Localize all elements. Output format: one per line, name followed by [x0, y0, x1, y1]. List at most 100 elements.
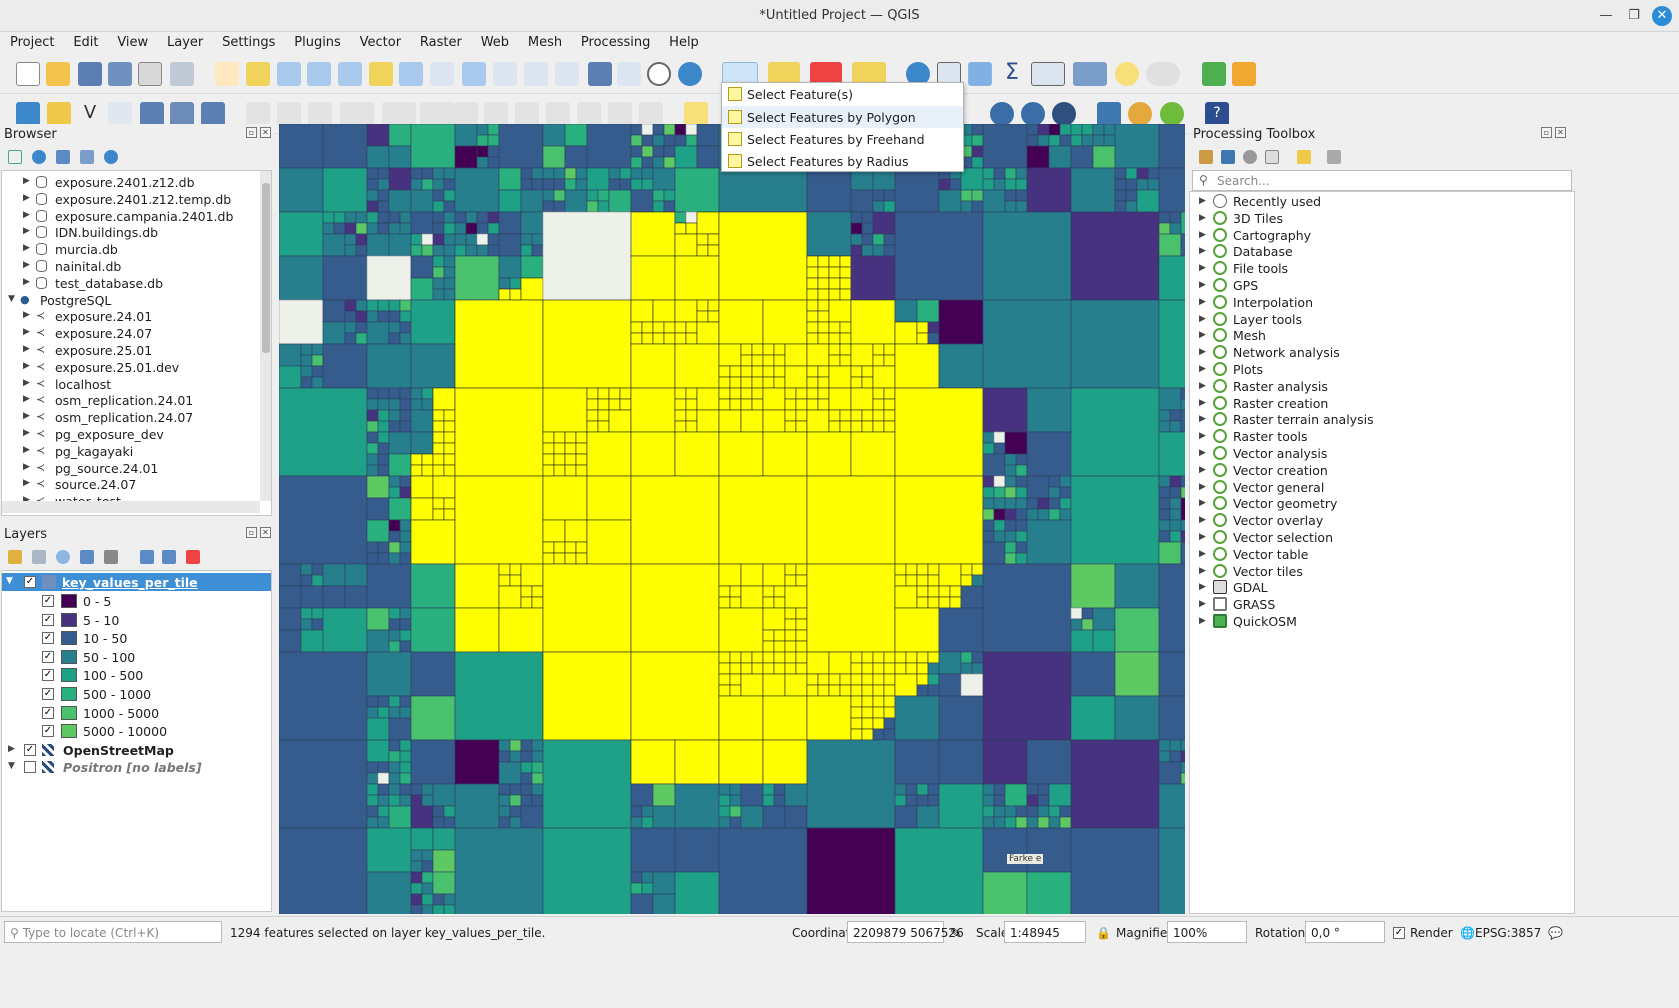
legend-class-item[interactable]: ✓ 1000 - 5000	[2, 704, 271, 722]
collapse-all-icon[interactable]	[162, 550, 176, 564]
legend-class-item[interactable]: ✓ 50 - 100	[2, 648, 271, 666]
measure-line-icon[interactable]	[1128, 102, 1152, 126]
current-edits-icon[interactable]	[277, 102, 301, 126]
expand-arrow-icon[interactable]: ▶	[1199, 482, 1206, 492]
scripts-icon[interactable]	[1221, 150, 1235, 164]
globe-settings-icon[interactable]	[1052, 102, 1076, 126]
expand-arrow-icon[interactable]: ▶	[23, 344, 30, 354]
expand-arrow-icon[interactable]: ▶	[23, 176, 30, 186]
expand-arrow-icon[interactable]: ▶	[23, 226, 30, 236]
close-icon[interactable]: ✕	[1652, 6, 1672, 26]
processing-provider-item[interactable]: ▶ GRASS	[1192, 596, 1572, 613]
processing-provider-item[interactable]: ▶ Vector table	[1192, 546, 1572, 563]
class-visibility-checkbox[interactable]: ✓	[42, 595, 54, 607]
paste-features-icon[interactable]	[577, 102, 601, 126]
expand-arrow-icon[interactable]: ▶	[1199, 364, 1206, 374]
expand-arrow-icon[interactable]: ▶	[23, 310, 30, 320]
processing-provider-item[interactable]: ▶ Raster tools	[1192, 428, 1572, 445]
expand-arrow-icon[interactable]: ▶	[1199, 230, 1206, 240]
results-icon[interactable]	[1265, 150, 1279, 164]
zoom-next-icon[interactable]	[493, 62, 517, 86]
expand-arrow-icon[interactable]: ▶	[1199, 532, 1206, 542]
expand-arrow-icon[interactable]: ▶	[1199, 549, 1206, 559]
collapse-arrow-icon[interactable]: ▼	[8, 761, 15, 771]
browser-item[interactable]: ▶ ≺ pg_exposure_dev	[2, 425, 260, 443]
lock-scale-icon[interactable]: 🔒	[1096, 926, 1111, 940]
class-visibility-checkbox[interactable]: ✓	[42, 688, 54, 700]
expand-arrow-icon[interactable]: ▶	[23, 378, 30, 388]
delete-selected-icon[interactable]	[484, 102, 508, 126]
processing-search-input[interactable]: ⚲ Search...	[1192, 170, 1572, 191]
temporal-controller-icon[interactable]	[647, 62, 671, 86]
processing-provider-item[interactable]: ▶ Mesh	[1192, 327, 1572, 344]
browser-item[interactable]: ▶ exposure.2401.z12.db	[2, 173, 260, 191]
zoom-full-icon[interactable]	[338, 62, 362, 86]
map-tips-icon[interactable]	[1073, 62, 1107, 86]
edit-attribute-icon[interactable]	[454, 102, 478, 126]
add-raster-icon[interactable]	[170, 102, 194, 126]
layer-basemap[interactable]: ▶ ✓ OpenStreetMap	[2, 741, 271, 759]
add-wms-icon[interactable]	[140, 102, 164, 126]
expand-arrow-icon[interactable]: ▶	[23, 428, 30, 438]
collapse-arrow-icon[interactable]: ▼	[8, 294, 15, 304]
data-source-manager-icon[interactable]	[16, 102, 40, 126]
add-vector-layer-icon[interactable]: V	[78, 102, 102, 126]
expand-arrow-icon[interactable]: ▶	[1199, 566, 1206, 576]
class-visibility-checkbox[interactable]: ✓	[42, 613, 54, 626]
expand-arrow-icon[interactable]: ▶	[23, 445, 30, 455]
expand-arrow-icon[interactable]: ▶	[23, 277, 30, 287]
crs-label[interactable]: EPSG:3857	[1475, 926, 1541, 940]
expand-arrow-icon[interactable]: ▶	[23, 361, 30, 371]
bookmark-icon[interactable]	[588, 62, 612, 86]
toggle-settings-icon[interactable]	[968, 62, 992, 86]
legend-class-item[interactable]: ✓ 500 - 1000	[2, 685, 271, 703]
class-visibility-checkbox[interactable]: ✓	[42, 706, 54, 719]
filter-legend-icon[interactable]	[80, 550, 94, 564]
expand-arrow-icon[interactable]: ▶	[1199, 213, 1206, 223]
expand-arrow-icon[interactable]: ▶	[1199, 414, 1206, 424]
browser-item[interactable]: ▶ ≺ exposure.25.01.dev	[2, 358, 260, 376]
plugin-tool-icon[interactable]	[1232, 62, 1256, 86]
open-project-icon[interactable]	[46, 62, 70, 86]
processing-provider-item[interactable]: ▶ File tools	[1192, 260, 1572, 277]
processing-provider-item[interactable]: ▶ GDAL	[1192, 579, 1572, 596]
close-panel-icon[interactable]: ✕	[260, 127, 271, 138]
menu-processing[interactable]: Processing	[571, 32, 655, 50]
browser-item[interactable]: ▶ ≺ osm_replication.24.01	[2, 391, 260, 409]
scale-field[interactable]: 1:48945	[1004, 921, 1086, 943]
add-wfs-icon[interactable]	[201, 102, 225, 126]
expand-arrow-icon[interactable]: ▶	[1199, 398, 1206, 408]
menu-raster[interactable]: Raster	[410, 32, 467, 50]
digitize-icon[interactable]	[340, 102, 374, 126]
processing-provider-item[interactable]: ▶ Vector general	[1192, 479, 1572, 496]
browser-item[interactable]: ▶ exposure.2401.z12.temp.db	[2, 190, 260, 208]
menu-item-select-by-polygon[interactable]: Select Features by Polygon	[722, 106, 963, 128]
expand-arrow-icon[interactable]: ▶	[1199, 616, 1206, 626]
expand-arrow-icon[interactable]: ▶	[1199, 431, 1206, 441]
undo-icon[interactable]	[608, 102, 632, 126]
expand-arrow-icon[interactable]: ▶	[1199, 280, 1206, 290]
menu-item-select-by-radius[interactable]: Select Features by Radius	[722, 150, 963, 172]
browser-item[interactable]: ▶ nainital.db	[2, 257, 260, 275]
class-visibility-checkbox[interactable]: ✓	[42, 650, 54, 663]
processing-provider-item[interactable]: ▶ Raster analysis	[1192, 378, 1572, 395]
save-as-icon[interactable]	[108, 62, 132, 86]
collapse-arrow-icon[interactable]: ▼	[6, 576, 13, 586]
processing-provider-item[interactable]: ▶ GPS	[1192, 277, 1572, 294]
render-checkbox[interactable]: ✓	[1393, 927, 1405, 939]
expand-arrow-icon[interactable]: ▶	[23, 243, 30, 253]
browser-item[interactable]: ▶ ≺ pg_kagayaki	[2, 442, 260, 460]
expand-arrow-icon[interactable]: ▶	[1199, 314, 1206, 324]
menu-mesh[interactable]: Mesh	[518, 32, 567, 50]
browser-hscrollbar[interactable]	[2, 501, 260, 513]
browser-item[interactable]: ▶ ≺ exposure.24.01	[2, 307, 260, 325]
expand-arrow-icon[interactable]: ▶	[1199, 347, 1206, 357]
legend-class-item[interactable]: ✓ 10 - 50	[2, 629, 271, 647]
class-visibility-checkbox[interactable]: ✓	[42, 632, 54, 645]
processing-options-icon[interactable]	[1327, 150, 1341, 164]
print-layout-icon[interactable]	[138, 62, 162, 86]
redo-icon[interactable]	[639, 102, 663, 126]
new-3d-view-icon[interactable]	[555, 62, 579, 86]
coordinate-toggle-icon[interactable]: ✎	[950, 926, 962, 942]
layer-visibility-checkbox[interactable]: ✓	[24, 744, 36, 756]
